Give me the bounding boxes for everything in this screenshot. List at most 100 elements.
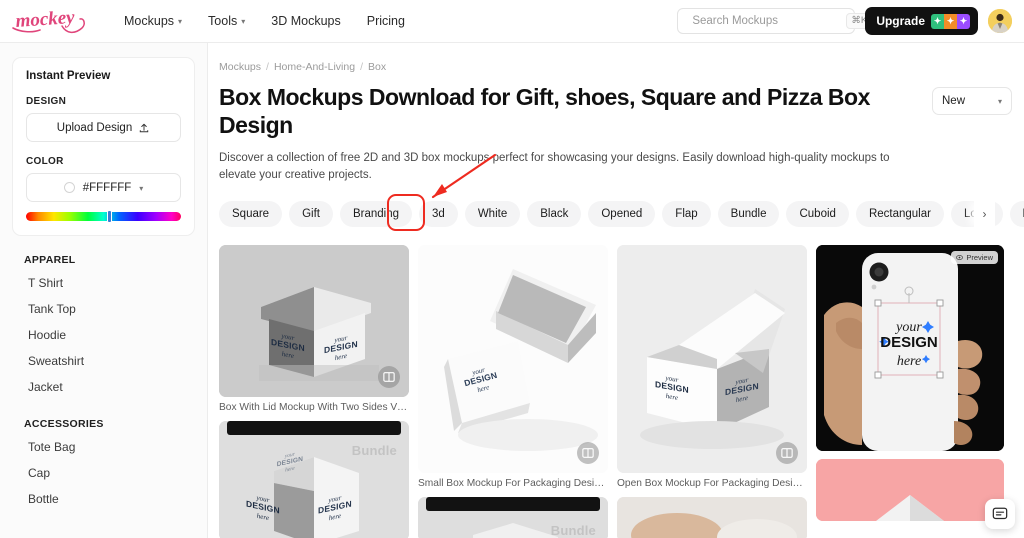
grid-column-3: your DESIGN here your DESIGN here Open B… — [617, 245, 807, 538]
upload-design-label: Upload Design — [56, 121, 133, 134]
title-row: Box Mockups Download for Gift, shoes, Sq… — [219, 83, 1012, 139]
main-nav: Mockups ▾ Tools ▾ 3D Mockups Pricing — [124, 14, 405, 28]
chip-3d[interactable]: 3d — [419, 200, 458, 227]
chat-icon — [992, 507, 1008, 520]
mockup-card[interactable]: your DESIGN here your DESIGN here — [617, 245, 807, 489]
nav-item-mockups[interactable]: Mockups ▾ — [124, 14, 182, 28]
sidebar-section-apparel: APPAREL — [24, 254, 76, 266]
search-box[interactable]: ⌘K — [677, 8, 873, 34]
color-section-label: COLOR — [26, 156, 64, 167]
nav-item-3d-mockups[interactable]: 3D Mockups — [271, 14, 340, 28]
sparkle-orange-icon: ✦ — [944, 13, 957, 29]
chip-rectangular[interactable]: Rectangular — [855, 200, 944, 227]
sort-dropdown[interactable]: New ▾ — [932, 87, 1012, 115]
mockup-card[interactable]: your DESIGN here your DESIGN here — [219, 245, 409, 413]
compare-badge[interactable] — [577, 442, 599, 464]
grid-column-1: your DESIGN here your DESIGN here Box Wi… — [219, 245, 409, 538]
chip-flap[interactable]: Flap — [662, 200, 711, 227]
compare-icon — [582, 448, 594, 458]
chip-branding[interactable]: Branding — [339, 200, 413, 227]
nav-label: Pricing — [366, 14, 405, 28]
chevron-down-icon: ▾ — [178, 17, 183, 26]
sidebar-item-tote-bag[interactable]: Tote Bag — [0, 434, 207, 460]
mockup-grid: your DESIGN here your DESIGN here Box Wi… — [219, 245, 1024, 538]
hue-slider[interactable] — [26, 210, 181, 223]
search-input[interactable] — [692, 15, 847, 27]
mockup-card[interactable]: your DESIGN here Small Box Mockup For Pa… — [418, 245, 608, 489]
filter-chips-container: Square Gift Branding 3d White Black Open… — [219, 153, 1024, 231]
page-description: Discover a collection of free 2D and 3D … — [219, 152, 890, 182]
preview-badge[interactable]: Preview — [951, 251, 998, 264]
upgrade-swatches: ✦ ✦ ✦ — [931, 13, 970, 29]
upgrade-button[interactable]: Upgrade ✦ ✦ ✦ — [865, 7, 978, 35]
breadcrumb-item-mockups[interactable]: Mockups — [219, 61, 261, 73]
svg-text:here: here — [897, 354, 921, 369]
mockup-card[interactable]: your DESIGN here your DESIGN here your D… — [219, 421, 409, 538]
svg-text:your: your — [894, 320, 922, 335]
chip-product[interactable]: Product — [1009, 200, 1024, 227]
mockup-card[interactable]: your DESIGN here Preview — [816, 245, 1004, 451]
nav-item-pricing[interactable]: Pricing — [367, 14, 405, 28]
instant-preview-card: Instant Preview DESIGN Upload Design COL… — [12, 57, 195, 236]
color-picker-button[interactable]: #FFFFFF ▾ — [26, 173, 181, 202]
mockup-card[interactable] — [617, 497, 807, 538]
bundle-badge: Bundle — [351, 443, 397, 458]
sidebar-item-jacket[interactable]: Jacket — [0, 374, 207, 400]
left-sidebar: Instant Preview DESIGN Upload Design COL… — [0, 43, 208, 538]
breadcrumb-separator: / — [360, 61, 363, 73]
small-box-illustration — [418, 245, 608, 473]
grid-column-2: your DESIGN here Small Box Mockup For Pa… — [418, 245, 608, 538]
chips-scroll-next-button[interactable]: › — [974, 199, 995, 228]
hand-box-illustration — [617, 497, 807, 538]
mockup-thumbnail — [816, 459, 1004, 521]
avatar-image — [988, 9, 1012, 33]
breadcrumb-item-box: Box — [367, 61, 387, 73]
chip-square[interactable]: Square — [219, 200, 283, 227]
mockup-thumbnail — [617, 497, 807, 538]
chat-widget-button[interactable] — [985, 499, 1015, 529]
avatar[interactable] — [988, 9, 1012, 33]
preview-badge-label: Preview — [966, 253, 993, 262]
header-actions: ⌘K Upgrade ✦ ✦ ✦ — [677, 7, 1012, 35]
sidebar-item-t-shirt[interactable]: T Shirt — [0, 270, 207, 296]
sidebar-item-sweatshirt[interactable]: Sweatshirt — [0, 348, 207, 374]
mockup-card[interactable]: Bundle — [418, 497, 608, 538]
sidebar-item-bottle[interactable]: Bottle — [0, 486, 207, 512]
svg-text:mockey: mockey — [15, 7, 76, 32]
nav-label: Mockups — [124, 14, 175, 28]
mockup-thumbnail: your DESIGN here Preview — [816, 245, 1004, 451]
chip-white[interactable]: White — [464, 200, 521, 227]
nav-label: 3D Mockups — [271, 14, 341, 28]
chip-bundle[interactable]: Bundle — [717, 200, 780, 227]
chip-opened[interactable]: Opened — [588, 200, 656, 227]
svg-text:DESIGN: DESIGN — [880, 334, 938, 351]
upgrade-label: Upgrade — [876, 14, 925, 28]
compare-badge[interactable] — [776, 442, 798, 464]
pink-box-illustration — [816, 459, 1004, 521]
chip-cuboid[interactable]: Cuboid — [786, 200, 849, 227]
mockup-thumbnail: Bundle — [418, 497, 608, 538]
eye-icon — [956, 255, 964, 260]
mockup-card[interactable] — [816, 459, 1004, 521]
compare-icon — [781, 448, 793, 458]
design-section-label: DESIGN — [26, 96, 67, 107]
sidebar-item-cap[interactable]: Cap — [0, 460, 207, 486]
chevron-down-icon: ▾ — [241, 17, 246, 26]
hue-slider-handle[interactable] — [106, 210, 112, 223]
mockup-thumbnail: your DESIGN here — [418, 245, 608, 473]
sidebar-section-accessories: ACCESSORIES — [24, 418, 104, 430]
upload-design-button[interactable]: Upload Design — [26, 113, 181, 142]
nav-label: Tools — [208, 14, 238, 28]
nav-item-tools[interactable]: Tools ▾ — [208, 14, 245, 28]
top-header: mockey Mockups ▾ Tools ▾ 3D Mockups Pric… — [0, 0, 1024, 43]
mockey-logo[interactable]: mockey — [10, 6, 96, 36]
chip-black[interactable]: Black — [527, 200, 582, 227]
instant-preview-title: Instant Preview — [26, 70, 111, 82]
compare-badge[interactable] — [378, 366, 400, 388]
chip-gift[interactable]: Gift — [289, 200, 333, 227]
main-content: Mockups / Home-And-Living / Box Box Mock… — [208, 43, 1024, 538]
sidebar-item-tank-top[interactable]: Tank Top — [0, 296, 207, 322]
sidebar-item-hoodie[interactable]: Hoodie — [0, 322, 207, 348]
mockup-caption: Box With Lid Mockup With Two Sides Visib… — [219, 402, 409, 413]
breadcrumb-item-home-and-living[interactable]: Home-And-Living — [274, 61, 355, 73]
